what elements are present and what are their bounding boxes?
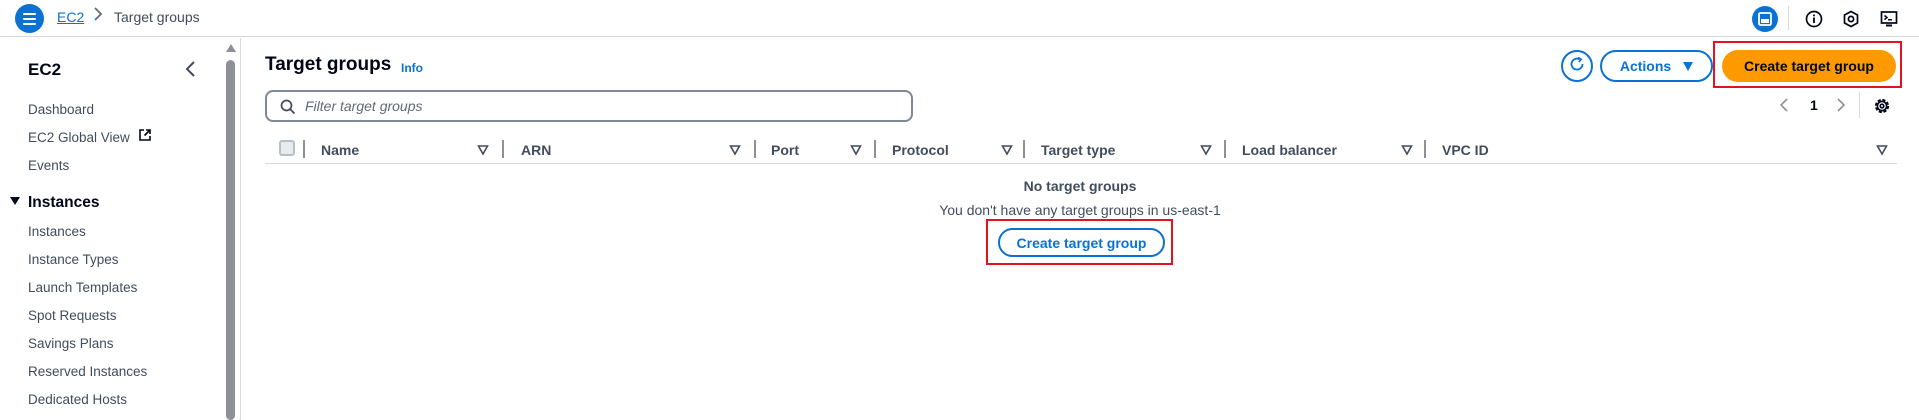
sort-icon[interactable]	[1001, 143, 1013, 156]
filter-box[interactable]	[265, 90, 913, 122]
column-header-arn[interactable]: ARN	[521, 142, 551, 158]
sort-icon[interactable]	[729, 143, 741, 156]
scroll-up-icon[interactable]	[226, 44, 236, 52]
close-sidebar-icon[interactable]	[180, 58, 202, 80]
column-separator[interactable]	[502, 140, 504, 158]
sidebar-item-instance-types[interactable]: Instance Types	[28, 252, 119, 267]
sidebar-item-savings-plans[interactable]: Savings Plans	[28, 336, 114, 351]
page-number[interactable]: 1	[1810, 97, 1818, 113]
top-navigation-bar: EC2 Target groups	[0, 0, 1919, 37]
cloudshell-icon[interactable]	[1876, 6, 1902, 32]
sidebar-item-dedicated-hosts[interactable]: Dedicated Hosts	[28, 392, 127, 407]
column-header-target-type[interactable]: Target type	[1041, 142, 1115, 158]
search-input[interactable]	[305, 96, 895, 116]
search-icon	[280, 99, 296, 120]
chevron-right-icon	[93, 7, 103, 25]
column-separator[interactable]	[1424, 140, 1426, 158]
breadcrumb-ec2-link[interactable]: EC2	[57, 9, 84, 25]
column-separator[interactable]	[1224, 140, 1226, 158]
sidebar-item-launch-templates[interactable]: Launch Templates	[28, 280, 137, 295]
table-header: Name ARN Port Protocol Target type Load …	[265, 137, 1897, 164]
empty-state-title: No target groups	[1023, 178, 1137, 194]
info-icon[interactable]	[1801, 6, 1827, 32]
sidebar-item-reserved-instances[interactable]: Reserved Instances	[28, 364, 147, 379]
refresh-button[interactable]	[1561, 50, 1593, 82]
actions-label: Actions	[1619, 58, 1672, 74]
actions-button[interactable]: Actions	[1600, 50, 1713, 82]
external-link-icon	[138, 128, 152, 145]
sidebar-scrollbar[interactable]	[224, 38, 236, 420]
column-separator	[303, 140, 305, 158]
page-title: Target groups	[265, 54, 392, 75]
sort-icon[interactable]	[1876, 143, 1888, 156]
divider	[1859, 92, 1860, 118]
gear-icon[interactable]	[1871, 95, 1893, 117]
column-separator[interactable]	[874, 140, 876, 158]
sidebar-item-events[interactable]: Events	[28, 158, 69, 173]
breadcrumb-current: Target groups	[114, 9, 200, 25]
scrollbar-thumb[interactable]	[226, 60, 235, 420]
column-header-port[interactable]: Port	[771, 142, 799, 158]
sort-icon[interactable]	[1401, 143, 1413, 156]
column-header-protocol[interactable]: Protocol	[892, 142, 949, 158]
previous-page-icon[interactable]	[1776, 95, 1792, 115]
menu-icon[interactable]	[15, 4, 44, 33]
sidebar-item-instances[interactable]: Instances	[28, 224, 86, 239]
column-separator[interactable]	[1023, 140, 1025, 158]
select-all-checkbox[interactable]	[279, 140, 295, 156]
empty-create-target-group-button[interactable]: Create target group	[998, 228, 1165, 257]
column-separator[interactable]	[754, 140, 756, 158]
side-navigation: EC2 Dashboard EC2 Global View Events Ins…	[0, 38, 241, 420]
next-page-icon[interactable]	[1833, 95, 1849, 115]
column-header-load-balancer[interactable]: Load balancer	[1242, 142, 1337, 158]
info-link[interactable]: Info	[401, 61, 423, 75]
column-header-vpc-id[interactable]: VPC ID	[1442, 142, 1489, 158]
sidebar-title: EC2	[28, 60, 62, 79]
empty-state-subtitle: You don't have any target groups in us-e…	[939, 202, 1221, 218]
create-target-group-button[interactable]: Create target group	[1722, 50, 1896, 82]
sidebar-item-label: EC2 Global View	[28, 130, 130, 146]
divider	[1788, 6, 1789, 30]
split-panel-icon[interactable]	[1752, 6, 1778, 32]
sidebar-item-dashboard[interactable]: Dashboard	[28, 102, 94, 117]
sidebar-item-spot-requests[interactable]: Spot Requests	[28, 308, 117, 323]
notifications-icon[interactable]	[1838, 6, 1864, 32]
sort-icon[interactable]	[477, 143, 489, 156]
caret-down-icon	[1683, 61, 1694, 71]
refresh-icon	[1568, 55, 1586, 78]
sort-icon[interactable]	[850, 143, 862, 156]
sort-icon[interactable]	[1200, 143, 1212, 156]
sidebar-item-ec2-global-view[interactable]: EC2 Global View	[28, 128, 152, 147]
column-header-name[interactable]: Name	[321, 142, 359, 158]
